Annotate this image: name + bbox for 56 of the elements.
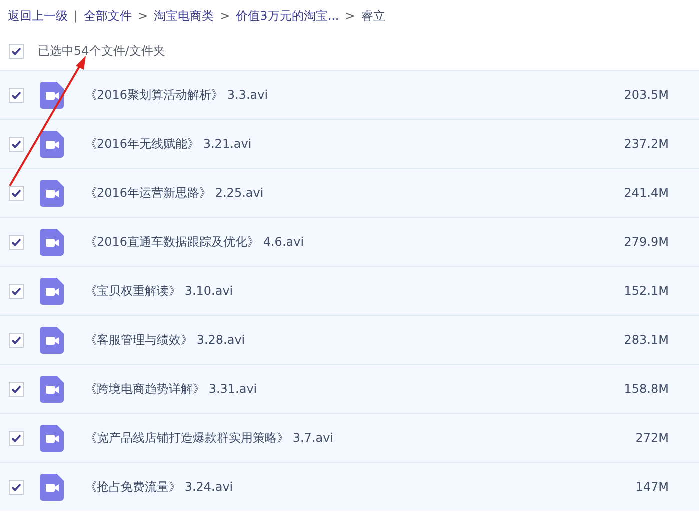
- checkbox[interactable]: [9, 186, 24, 200]
- checkbox[interactable]: [9, 136, 24, 152]
- video-file-icon: [40, 82, 64, 108]
- file-name: 《2016直通车数据跟踪及优化》 4.6.avi: [85, 234, 306, 250]
- video-file-icon: [40, 180, 64, 206]
- breadcrumb-item[interactable]: 全部文件: [84, 8, 132, 24]
- chevron-text: >: [345, 9, 356, 23]
- file-name: 《2016年运营新思路》 2.25.avi: [85, 184, 265, 202]
- video-file-icon: [40, 424, 64, 452]
- breadcrumb-item[interactable]: 价值3万元的淘宝...: [236, 8, 340, 24]
- file-size: 283.1M: [624, 333, 669, 347]
- file-size: 152.1M: [624, 284, 669, 298]
- checkbox[interactable]: [9, 284, 24, 298]
- checkbox[interactable]: [9, 430, 24, 446]
- checkbox[interactable]: [9, 234, 24, 250]
- file-size: 241.4M: [624, 186, 669, 200]
- file-size: 237.2M: [624, 137, 669, 151]
- video-file-icon: [40, 326, 64, 354]
- file-size: 147M: [636, 480, 669, 494]
- separator-text: |: [74, 9, 78, 23]
- file-name: 《2016年无线赋能》 3.21.avi: [85, 136, 253, 152]
- file-name: 《抢占免费流量》 3.24.avi: [85, 478, 234, 496]
- file-row[interactable]: 《宽产品线店铺打造爆款群实用策略》 3.7.avi 272M: [0, 413, 699, 462]
- checkbox[interactable]: [9, 480, 24, 494]
- video-file-icon: [40, 278, 64, 304]
- video-file-icon: [40, 474, 64, 500]
- file-row[interactable]: 《跨境电商趋势详解》 3.31.avi 158.8M: [0, 364, 699, 413]
- breadcrumb-item: 睿立: [361, 8, 386, 24]
- checkbox[interactable]: [9, 382, 24, 396]
- chevron-text: >: [138, 9, 148, 23]
- checkbox[interactable]: [9, 88, 24, 102]
- checkbox[interactable]: [9, 44, 24, 58]
- file-name: 《宝贝权重解读》 3.10.avi: [85, 282, 234, 300]
- file-row[interactable]: 《2016年运营新思路》 2.25.avi 241.4M: [0, 168, 699, 217]
- back-link[interactable]: 返回上一级: [8, 8, 68, 24]
- file-row[interactable]: 《客服管理与绩效》 3.28.avi 283.1M: [0, 315, 699, 364]
- selection-count: 已选中54个文件/文件夹: [38, 42, 166, 60]
- file-name: 《跨境电商趋势详解》 3.31.avi: [85, 380, 258, 398]
- file-row[interactable]: 《宝贝权重解读》 3.10.avi 152.1M: [0, 266, 699, 315]
- video-file-icon: [40, 376, 64, 402]
- file-size: 203.5M: [624, 88, 669, 102]
- breadcrumb-item[interactable]: 淘宝电商类: [154, 8, 214, 24]
- video-file-icon: [40, 130, 64, 158]
- file-row[interactable]: 《2016直通车数据跟踪及优化》 4.6.avi 279.9M: [0, 217, 699, 266]
- file-size: 272M: [636, 431, 669, 445]
- checkbox[interactable]: [9, 332, 24, 348]
- file-row[interactable]: 《2016年无线赋能》 3.21.avi 237.2M: [0, 119, 699, 168]
- file-name: 《2016聚划算活动解析》 3.3.avi: [85, 86, 270, 104]
- video-file-icon: [40, 228, 64, 256]
- file-size: 279.9M: [624, 235, 669, 249]
- file-name: 《客服管理与绩效》 3.28.avi: [85, 332, 246, 348]
- file-row[interactable]: 《抢占免费流量》 3.24.avi 147M: [0, 462, 699, 511]
- file-row[interactable]: 《2016聚划算活动解析》 3.3.avi 203.5M: [0, 70, 699, 119]
- file-size: 158.8M: [624, 382, 669, 396]
- chevron-text: >: [220, 9, 230, 23]
- file-name: 《宽产品线店铺打造爆款群实用策略》 3.7.avi: [85, 430, 335, 446]
